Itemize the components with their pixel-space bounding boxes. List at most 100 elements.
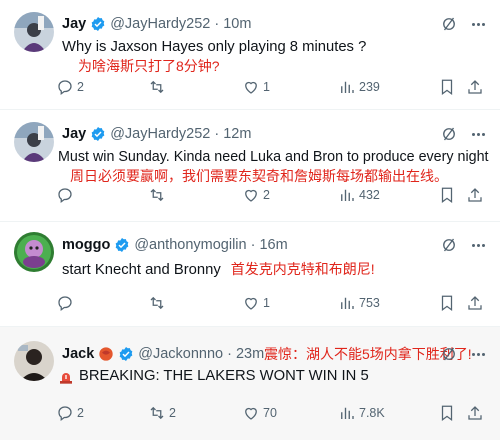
tweet-text: Must win Sunday. Kinda need Luka and Bro… — [58, 149, 489, 165]
bookmark-icon — [441, 405, 453, 422]
flag-icon — [99, 347, 113, 361]
verified-badge-icon — [91, 127, 105, 141]
share-button[interactable] — [466, 292, 484, 314]
handle[interactable]: @JayHardy252 — [110, 126, 210, 142]
reply-count: 2 — [77, 80, 84, 94]
share-icon — [468, 188, 482, 202]
retweet-button[interactable] — [148, 76, 169, 98]
reply-button[interactable] — [56, 292, 77, 314]
handle[interactable]: @JayHardy252 — [110, 16, 210, 32]
grok-icon[interactable] — [440, 15, 458, 33]
like-count: 70 — [263, 406, 277, 420]
grok-icon[interactable] — [440, 125, 458, 143]
tweet-text-line: start Knecht and Bronny 首发克内克特和布朗尼! — [62, 260, 375, 280]
tweet-text: start Knecht and Bronny — [62, 262, 221, 278]
timestamp[interactable]: 23m — [236, 346, 264, 362]
retweet-button[interactable] — [148, 292, 169, 314]
reply-button[interactable]: 2 — [56, 402, 84, 424]
bookmark-button[interactable] — [438, 76, 456, 98]
tweet-text-line: BREAKING: THE LAKERS WONT WIN IN 5 — [58, 367, 369, 386]
display-name[interactable]: Jay — [62, 126, 86, 142]
avatar[interactable] — [14, 12, 54, 52]
siren-icon — [60, 372, 72, 384]
handle[interactable]: @Jackonnno — [138, 346, 223, 362]
grok-icon[interactable] — [440, 345, 458, 363]
more-options-button[interactable] — [468, 125, 488, 143]
views-count: 239 — [359, 80, 380, 94]
views-button[interactable]: 432 — [338, 184, 380, 206]
tweet[interactable]: Jack @Jackonnno · 23m 震惊：湖人不能5场内拿下胜利了! B… — [0, 327, 500, 440]
avatar[interactable] — [14, 232, 54, 272]
retweet-icon — [150, 80, 164, 94]
bookmark-button[interactable] — [438, 402, 456, 424]
retweet-button[interactable] — [148, 184, 169, 206]
share-button[interactable] — [466, 184, 484, 206]
action-bar: 2 432 — [56, 184, 490, 206]
like-button[interactable]: 1 — [242, 292, 270, 314]
timestamp[interactable]: 16m — [259, 237, 287, 253]
like-icon — [245, 297, 257, 310]
more-icon — [471, 352, 475, 356]
more-options-button[interactable] — [468, 236, 488, 254]
display-name[interactable]: Jack — [62, 346, 94, 362]
display-name[interactable]: moggo — [62, 237, 110, 253]
share-icon — [468, 80, 482, 94]
reply-icon — [58, 80, 72, 96]
more-icon — [471, 22, 475, 26]
more-icon — [471, 132, 475, 136]
action-bar: 2 2 70 7.8K — [56, 402, 490, 424]
action-bar: 2 1 239 — [56, 76, 490, 98]
tweet[interactable]: moggo @anthonymogilin · 16m start Knecht… — [0, 222, 500, 327]
separator-dot: · — [214, 16, 220, 32]
views-button[interactable]: 753 — [338, 292, 380, 314]
avatar[interactable] — [14, 341, 54, 381]
views-count: 432 — [359, 188, 380, 202]
views-icon — [341, 407, 354, 419]
reply-count: 2 — [77, 406, 84, 420]
more-icon — [471, 243, 475, 247]
retweet-icon — [150, 296, 164, 310]
share-icon — [468, 296, 482, 310]
share-button[interactable] — [466, 402, 484, 424]
bookmark-icon — [441, 295, 453, 312]
views-button[interactable]: 7.8K — [338, 402, 385, 424]
timestamp[interactable]: 10m — [223, 16, 251, 32]
like-count: 1 — [263, 296, 270, 310]
verified-badge-icon — [91, 17, 105, 31]
views-count: 753 — [359, 296, 380, 310]
views-icon — [341, 297, 354, 309]
like-icon — [245, 189, 257, 202]
reply-button[interactable] — [56, 184, 77, 206]
bookmark-button[interactable] — [438, 292, 456, 314]
more-options-button[interactable] — [468, 15, 488, 33]
tweet[interactable]: Jay @JayHardy252 · 12m Must win Sunday. … — [0, 110, 500, 222]
timestamp[interactable]: 12m — [223, 126, 251, 142]
action-bar: 1 753 — [56, 292, 490, 314]
like-button[interactable]: 1 — [242, 76, 270, 98]
separator-dot: · — [214, 126, 220, 142]
verified-badge-icon — [119, 347, 133, 361]
reply-icon — [58, 406, 72, 422]
handle[interactable]: @anthonymogilin — [134, 237, 246, 253]
views-count: 7.8K — [359, 406, 385, 420]
bookmark-button[interactable] — [438, 184, 456, 206]
more-options-button[interactable] — [468, 345, 488, 363]
like-button[interactable]: 70 — [242, 402, 277, 424]
retweet-button[interactable]: 2 — [148, 402, 176, 424]
translation-text: 首发克内克特和布朗尼! — [230, 261, 375, 277]
like-icon — [245, 81, 257, 94]
share-icon — [468, 406, 482, 420]
avatar[interactable] — [14, 122, 54, 162]
bookmark-icon — [441, 187, 453, 204]
reply-icon — [58, 296, 72, 312]
views-button[interactable]: 239 — [338, 76, 380, 98]
tweet[interactable]: Jay @JayHardy252 · 10m Why is Jaxson Hay… — [0, 0, 500, 110]
display-name[interactable]: Jay — [62, 16, 86, 32]
tweet-header: Jay @JayHardy252 · 12m — [62, 124, 251, 144]
retweet-count: 2 — [169, 406, 176, 420]
like-button[interactable]: 2 — [242, 184, 270, 206]
share-button[interactable] — [466, 76, 484, 98]
reply-button[interactable]: 2 — [56, 76, 84, 98]
grok-icon[interactable] — [440, 236, 458, 254]
tweet-text: Why is Jaxson Hayes only playing 8 minut… — [62, 39, 367, 55]
